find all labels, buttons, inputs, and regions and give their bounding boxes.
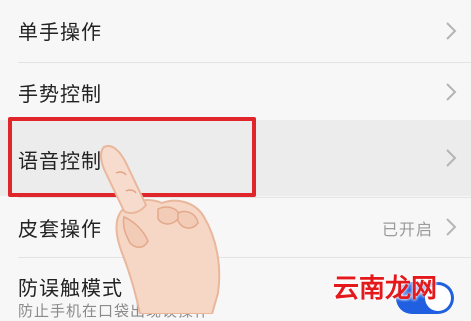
status-text: 已开启 bbox=[381, 220, 433, 239]
settings-item-label: 手势控制 bbox=[18, 82, 102, 106]
chevron-right-icon bbox=[445, 217, 457, 237]
chevron-right-icon bbox=[445, 21, 457, 41]
settings-item-gesture[interactable]: 手势控制 bbox=[0, 63, 471, 120]
settings-item-one-hand[interactable]: 单手操作 bbox=[0, 0, 471, 62]
settings-item-cover[interactable]: 皮套操作 已开启 bbox=[0, 198, 471, 256]
settings-item-label: 皮套操作 bbox=[18, 217, 102, 241]
pointing-hand-icon bbox=[100, 145, 230, 315]
chevron-right-icon bbox=[445, 148, 457, 168]
watermark-text: 云南龙网 bbox=[333, 274, 438, 304]
chevron-right-icon bbox=[445, 82, 457, 102]
settings-item-label: 单手操作 bbox=[18, 20, 102, 44]
